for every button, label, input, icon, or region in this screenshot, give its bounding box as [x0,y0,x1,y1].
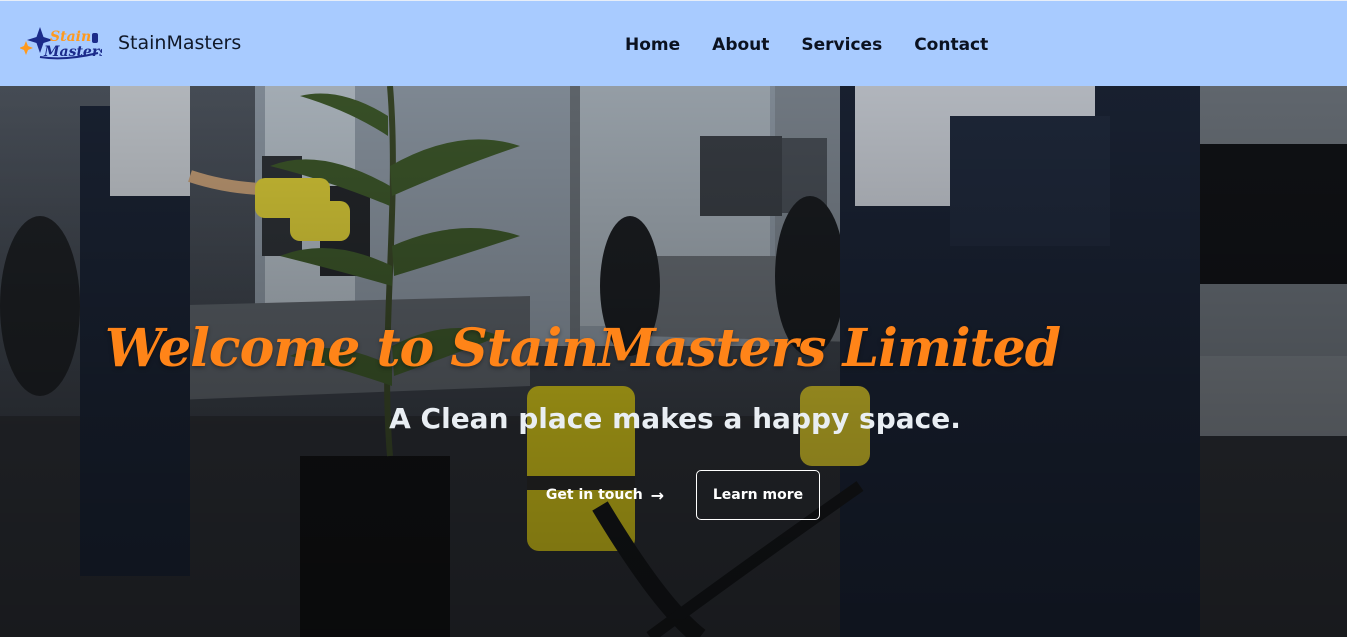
get-in-touch-button[interactable]: Get in touch → [533,471,677,519]
learn-more-button[interactable]: Learn more [696,470,820,520]
navbar: Stain Masters StainMasters Home About Se… [0,0,1347,86]
logo[interactable]: Stain Masters [20,23,102,63]
nav-services[interactable]: Services [801,35,882,55]
logo-graphic: Stain Masters [20,27,102,60]
hero-title: Welcome to StainMasters Limited [104,318,1061,379]
svg-text:Masters: Masters [43,44,102,60]
hero-subtitle: A Clean place makes a happy space. [389,402,961,435]
nav-home[interactable]: Home [625,35,680,55]
learn-more-label: Learn more [712,487,804,503]
nav-about[interactable]: About [712,35,769,55]
brand-name[interactable]: StainMasters [118,32,241,54]
nav-contact[interactable]: Contact [914,35,988,55]
arrow-right-icon: → [650,485,665,505]
svg-text:Stain: Stain [50,29,91,45]
hero-section: Welcome to StainMasters Limited A Clean … [0,86,1347,637]
get-in-touch-label: Get in touch [545,487,643,503]
main-nav: Home About Services Contact [625,35,1020,55]
brand[interactable]: Stain Masters StainMasters [20,23,241,63]
